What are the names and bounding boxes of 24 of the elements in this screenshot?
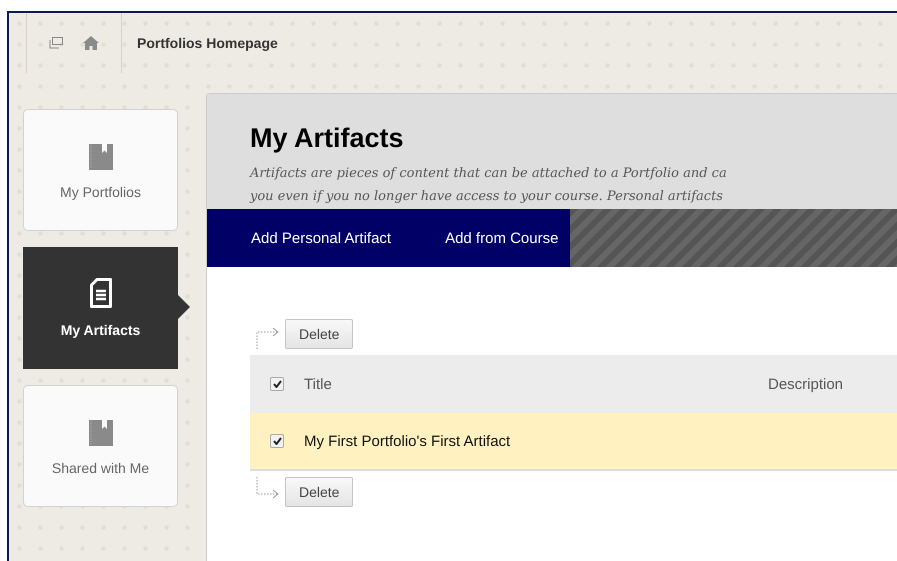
column-header[interactable]: Description [768, 376, 844, 392]
connector-arrow-icon [255, 327, 281, 349]
connector-arrow-icon [255, 477, 281, 499]
windows-icon[interactable] [49, 37, 63, 49]
checkbox[interactable] [270, 377, 284, 391]
book-icon [88, 420, 112, 446]
delete-button[interactable]: Delete [285, 477, 354, 507]
home-icon[interactable] [83, 36, 99, 50]
description-text: Artifacts are pieces of content that can be attached to a Portfolio and ca [250, 165, 727, 183]
column-header[interactable]: Title [304, 376, 768, 392]
page-title: My Artifacts [250, 123, 405, 154]
sidebar-item[interactable]: Shared with Me [23, 385, 178, 507]
breadcrumb-title: Portfolios Homepage [137, 35, 278, 51]
table-cell: My First Portfolio's First Artifact [304, 432, 510, 450]
table-row[interactable]: My First Portfolio's First Artifact [250, 413, 897, 471]
sidebar-item[interactable]: My Portfolios [23, 109, 178, 231]
toolbar-link[interactable]: Add from Course [445, 230, 558, 246]
book-icon [88, 144, 112, 170]
checkbox[interactable] [270, 434, 284, 448]
selection-pointer [177, 294, 190, 320]
toolbar-link[interactable]: Add Personal Artifact [251, 230, 392, 246]
document-icon [90, 278, 112, 308]
delete-button[interactable]: Delete [285, 319, 354, 349]
description-text: you even if you no longer have access to your course. Personal artifacts [250, 188, 723, 206]
